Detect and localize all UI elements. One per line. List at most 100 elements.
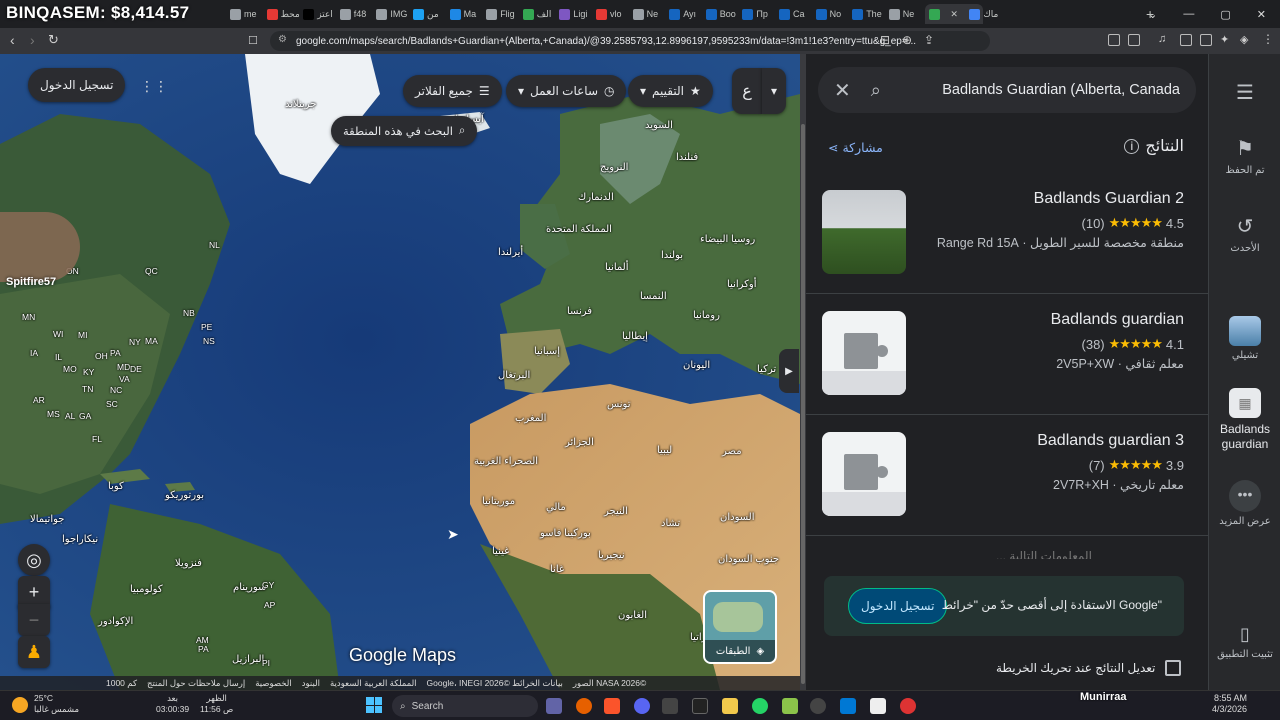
- browser-tab[interactable]: Ayı: [669, 4, 701, 24]
- app3-icon[interactable]: [900, 698, 916, 714]
- result-title[interactable]: Badlands guardian: [1051, 311, 1184, 329]
- scrollbar-thumb[interactable]: [801, 124, 805, 684]
- collapse-panel-button[interactable]: ▶: [779, 349, 799, 393]
- discord-icon[interactable]: [634, 698, 650, 714]
- map-place-label[interactable]: NY: [129, 337, 141, 347]
- install-icon[interactable]: ⊟: [880, 33, 890, 47]
- map-place-label[interactable]: FL: [92, 434, 102, 444]
- map-place-label[interactable]: إسبانيا: [534, 346, 560, 357]
- browser-tab[interactable]: IMG: [376, 4, 408, 24]
- feedback-link[interactable]: إرسال ملاحظات حول المنتج: [147, 678, 245, 689]
- region-link[interactable]: المملكة العربية السعودية: [330, 678, 417, 689]
- map-place-label[interactable]: بوركينا فاسو: [540, 528, 591, 539]
- map-place-label[interactable]: جنوب السودان: [718, 554, 779, 565]
- map-place-label[interactable]: KY: [83, 367, 94, 377]
- map-place-label[interactable]: النمسا: [640, 291, 667, 302]
- pegman-button[interactable]: ♟: [18, 636, 50, 668]
- apps-grid-icon[interactable]: ⋮⋮: [140, 78, 168, 95]
- map-place-label[interactable]: تركيا: [757, 364, 776, 375]
- map-place-label[interactable]: OH: [95, 351, 108, 361]
- app-icon[interactable]: [692, 698, 708, 714]
- map-place-label[interactable]: جواتيمالا: [30, 514, 64, 525]
- map-place-label[interactable]: السودان: [720, 512, 755, 523]
- map-place-label[interactable]: المغرب: [515, 413, 546, 424]
- map-place-label[interactable]: MS: [47, 409, 60, 419]
- notion-icon[interactable]: [870, 698, 886, 714]
- all-filters-chip[interactable]: جميع الفلاتر ☰: [403, 75, 502, 107]
- layers-button[interactable]: الطبقات ◈: [703, 590, 777, 664]
- firefox-icon[interactable]: [576, 698, 592, 714]
- browser-tab[interactable]: اعتز: [303, 4, 335, 24]
- map-place-label[interactable]: تشاد: [661, 518, 680, 529]
- close-tab-icon[interactable]: ✕: [950, 9, 958, 20]
- vpn-icon[interactable]: ◈: [1240, 33, 1248, 46]
- map-place-label[interactable]: IL: [55, 352, 62, 362]
- map-place-label[interactable]: جرينلاند: [285, 99, 317, 110]
- rating-chip[interactable]: ▾ التقييم ★: [628, 75, 713, 107]
- file-explorer-icon[interactable]: [722, 698, 738, 714]
- result-title[interactable]: Badlands Guardian 2: [1034, 190, 1184, 208]
- taskbar-search[interactable]: ⌕ Search: [392, 695, 538, 717]
- map-place-label[interactable]: غينيا: [492, 546, 509, 557]
- map-place-label[interactable]: PI: [262, 658, 270, 668]
- search-icon[interactable]: ⌕: [871, 80, 881, 101]
- close-window-button[interactable]: ✕: [1257, 8, 1266, 21]
- start-icon[interactable]: [366, 697, 382, 713]
- close-search-icon[interactable]: ✕: [834, 78, 851, 103]
- site-info-icon[interactable]: ⚙: [278, 34, 287, 45]
- map-place-label[interactable]: فرنسا: [567, 306, 592, 317]
- result-item[interactable]: Badlands Guardian 2 (10) ★★★★★ 4.5 منطقة مخص…: [806, 174, 1208, 294]
- back-icon[interactable]: ‹: [10, 32, 15, 48]
- result-item[interactable]: Badlands guardian (38) ★★★★★ 4.1 معلم ثقافي …: [806, 295, 1208, 415]
- clock[interactable]: 8:55 AM 4/3/2026: [1212, 693, 1247, 715]
- update-results-toggle[interactable]: تعديل النتائج عند تحريك الخريطة: [996, 660, 1182, 676]
- map-place-label[interactable]: البرتغال: [498, 370, 530, 381]
- map-place-label[interactable]: PA: [198, 644, 209, 654]
- map-place-label[interactable]: موريتانيا: [482, 496, 515, 507]
- browser-tab[interactable]: Ne: [888, 4, 921, 24]
- map-sign-in-button[interactable]: تسجيل الدخول: [28, 68, 126, 102]
- browser-tab[interactable]: vlo: [596, 4, 628, 24]
- browser-tab[interactable]: Flig: [486, 4, 518, 24]
- recent-place-chile[interactable]: تشيلي: [1209, 316, 1280, 361]
- map-place-label[interactable]: PE: [201, 322, 212, 332]
- map-place-label[interactable]: مصر: [722, 446, 742, 457]
- browser-tab[interactable]: Пр: [742, 4, 774, 24]
- search-this-area-button[interactable]: البحث في هذه المنطقة ⌕: [331, 116, 478, 146]
- sidebar-icon[interactable]: [1180, 34, 1192, 46]
- result-photo[interactable]: [822, 190, 906, 274]
- browser-tab[interactable]: محط: [266, 4, 299, 24]
- map-place-label[interactable]: SC: [106, 399, 118, 409]
- zoom-out-button[interactable]: −: [18, 604, 50, 636]
- map-place-label[interactable]: MN: [22, 312, 35, 322]
- minecraft-icon[interactable]: [782, 698, 798, 714]
- map-place-label[interactable]: AR: [33, 395, 45, 405]
- privacy-link[interactable]: الخصوصية: [255, 678, 292, 689]
- map-place-label[interactable]: كولومبيا: [130, 584, 163, 595]
- hours-chip[interactable]: ▾ ساعات العمل ◷: [506, 75, 627, 107]
- map-place-label[interactable]: MO: [63, 364, 77, 374]
- browser-tab[interactable]: The: [852, 4, 884, 24]
- map-place-label[interactable]: ليبيا: [657, 445, 672, 456]
- tab-search-icon[interactable]: ⌄: [1148, 8, 1157, 21]
- browser-tab[interactable]: f48: [339, 4, 372, 24]
- install-app-button[interactable]: ▯ تثبيت التطبيق: [1209, 624, 1280, 660]
- map-place-label[interactable]: AP: [264, 600, 275, 610]
- media-icon[interactable]: ♫: [1158, 33, 1166, 45]
- weather-icon[interactable]: [12, 697, 28, 713]
- map-place-label[interactable]: غانا: [550, 564, 564, 575]
- browser-tab[interactable]: Ca: [779, 4, 811, 24]
- reload-icon[interactable]: ↻: [48, 32, 59, 48]
- map-place-label[interactable]: البرازيل: [232, 654, 264, 665]
- copilot-icon[interactable]: [546, 698, 562, 714]
- building-placeholder-icon[interactable]: [822, 311, 906, 395]
- map-place-label[interactable]: AM: [196, 635, 209, 645]
- browser-tab[interactable]: الف: [522, 4, 555, 24]
- menu-icon[interactable]: ⋮: [1262, 32, 1274, 46]
- map-place-label[interactable]: رومانيا: [693, 310, 720, 321]
- map-place-label[interactable]: بولندا: [661, 250, 683, 261]
- map-place-label[interactable]: GY: [262, 580, 274, 590]
- bookmark-icon[interactable]: ☐: [248, 34, 258, 47]
- map-place-label[interactable]: الغابون: [618, 610, 647, 621]
- map-place-label[interactable]: أيرلندا: [498, 247, 523, 258]
